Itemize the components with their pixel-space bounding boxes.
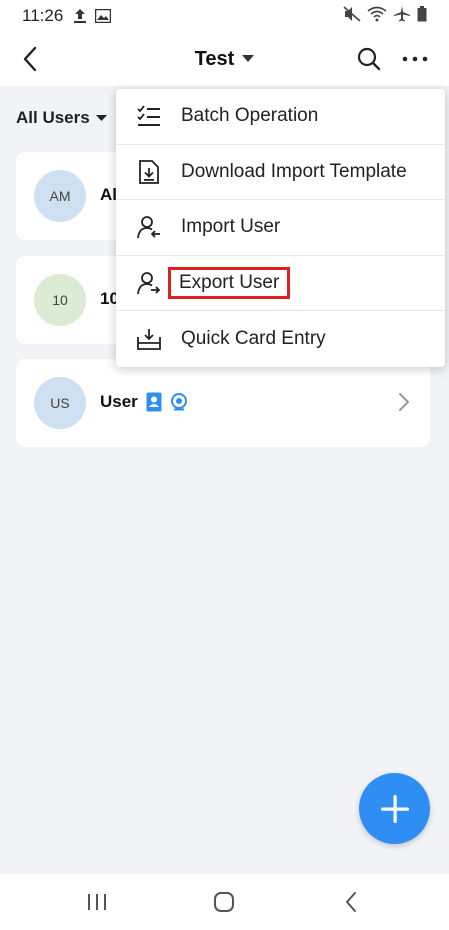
avatar: US [34, 377, 86, 429]
menu-item-download-import-template[interactable]: Download Import Template [116, 145, 445, 201]
home-icon [214, 892, 234, 912]
recent-apps-icon [88, 894, 106, 910]
export-user-icon [136, 270, 162, 296]
home-button[interactable] [209, 890, 239, 914]
menu-item-label: Import User [181, 216, 281, 238]
mute-icon [343, 5, 361, 27]
user-card[interactable]: US User [16, 359, 430, 447]
status-time: 11:26 [22, 6, 64, 25]
id-card-icon [146, 392, 162, 412]
filter-caret-icon [95, 114, 107, 121]
battery-icon [417, 5, 427, 27]
search-icon [357, 47, 381, 71]
menu-item-label: Download Import Template [181, 160, 407, 182]
wifi-icon [367, 6, 387, 27]
status-bar: 11:26 [0, 0, 449, 32]
add-user-button[interactable] [359, 773, 430, 844]
back-arrow-icon [23, 46, 37, 72]
menu-item-export-user[interactable]: Export User [116, 256, 445, 312]
plus-icon [380, 794, 409, 823]
user-filter[interactable]: All Users [16, 108, 107, 128]
more-options-button[interactable] [400, 46, 430, 72]
tray-download-icon [136, 326, 162, 352]
face-recognition-icon [170, 393, 187, 411]
menu-item-label: Export User [167, 267, 291, 300]
avatar: 10 [34, 274, 86, 326]
filter-label: All Users [16, 108, 90, 127]
airplane-icon [393, 5, 411, 27]
system-back-button[interactable] [336, 890, 366, 914]
top-app-bar: Test [0, 32, 449, 86]
avatar: AM [34, 170, 86, 222]
user-name: Al [100, 185, 117, 204]
page-title: Test [194, 47, 235, 70]
back-button[interactable] [16, 44, 44, 74]
system-navigation-bar [0, 874, 449, 930]
recent-apps-button[interactable] [82, 890, 112, 914]
image-icon [95, 9, 112, 23]
download-file-icon [136, 159, 162, 185]
menu-item-label: Batch Operation [181, 105, 319, 127]
system-back-icon [346, 892, 356, 912]
import-user-icon [136, 214, 162, 240]
chevron-right-icon [398, 392, 410, 417]
caret-down-icon [242, 55, 255, 62]
more-options-menu: Batch Operation Download Import Template… [116, 89, 445, 367]
menu-item-quick-card-entry[interactable]: Quick Card Entry [116, 311, 445, 367]
search-button[interactable] [356, 46, 382, 72]
menu-item-batch-operation[interactable]: Batch Operation [116, 89, 445, 145]
menu-item-label: Quick Card Entry [181, 328, 326, 350]
checklist-icon [136, 103, 162, 129]
menu-item-import-user[interactable]: Import User [116, 200, 445, 256]
user-name: User [100, 392, 188, 412]
upload-icon [73, 8, 87, 24]
site-selector[interactable]: Test [195, 48, 255, 71]
more-horizontal-icon [402, 56, 428, 62]
